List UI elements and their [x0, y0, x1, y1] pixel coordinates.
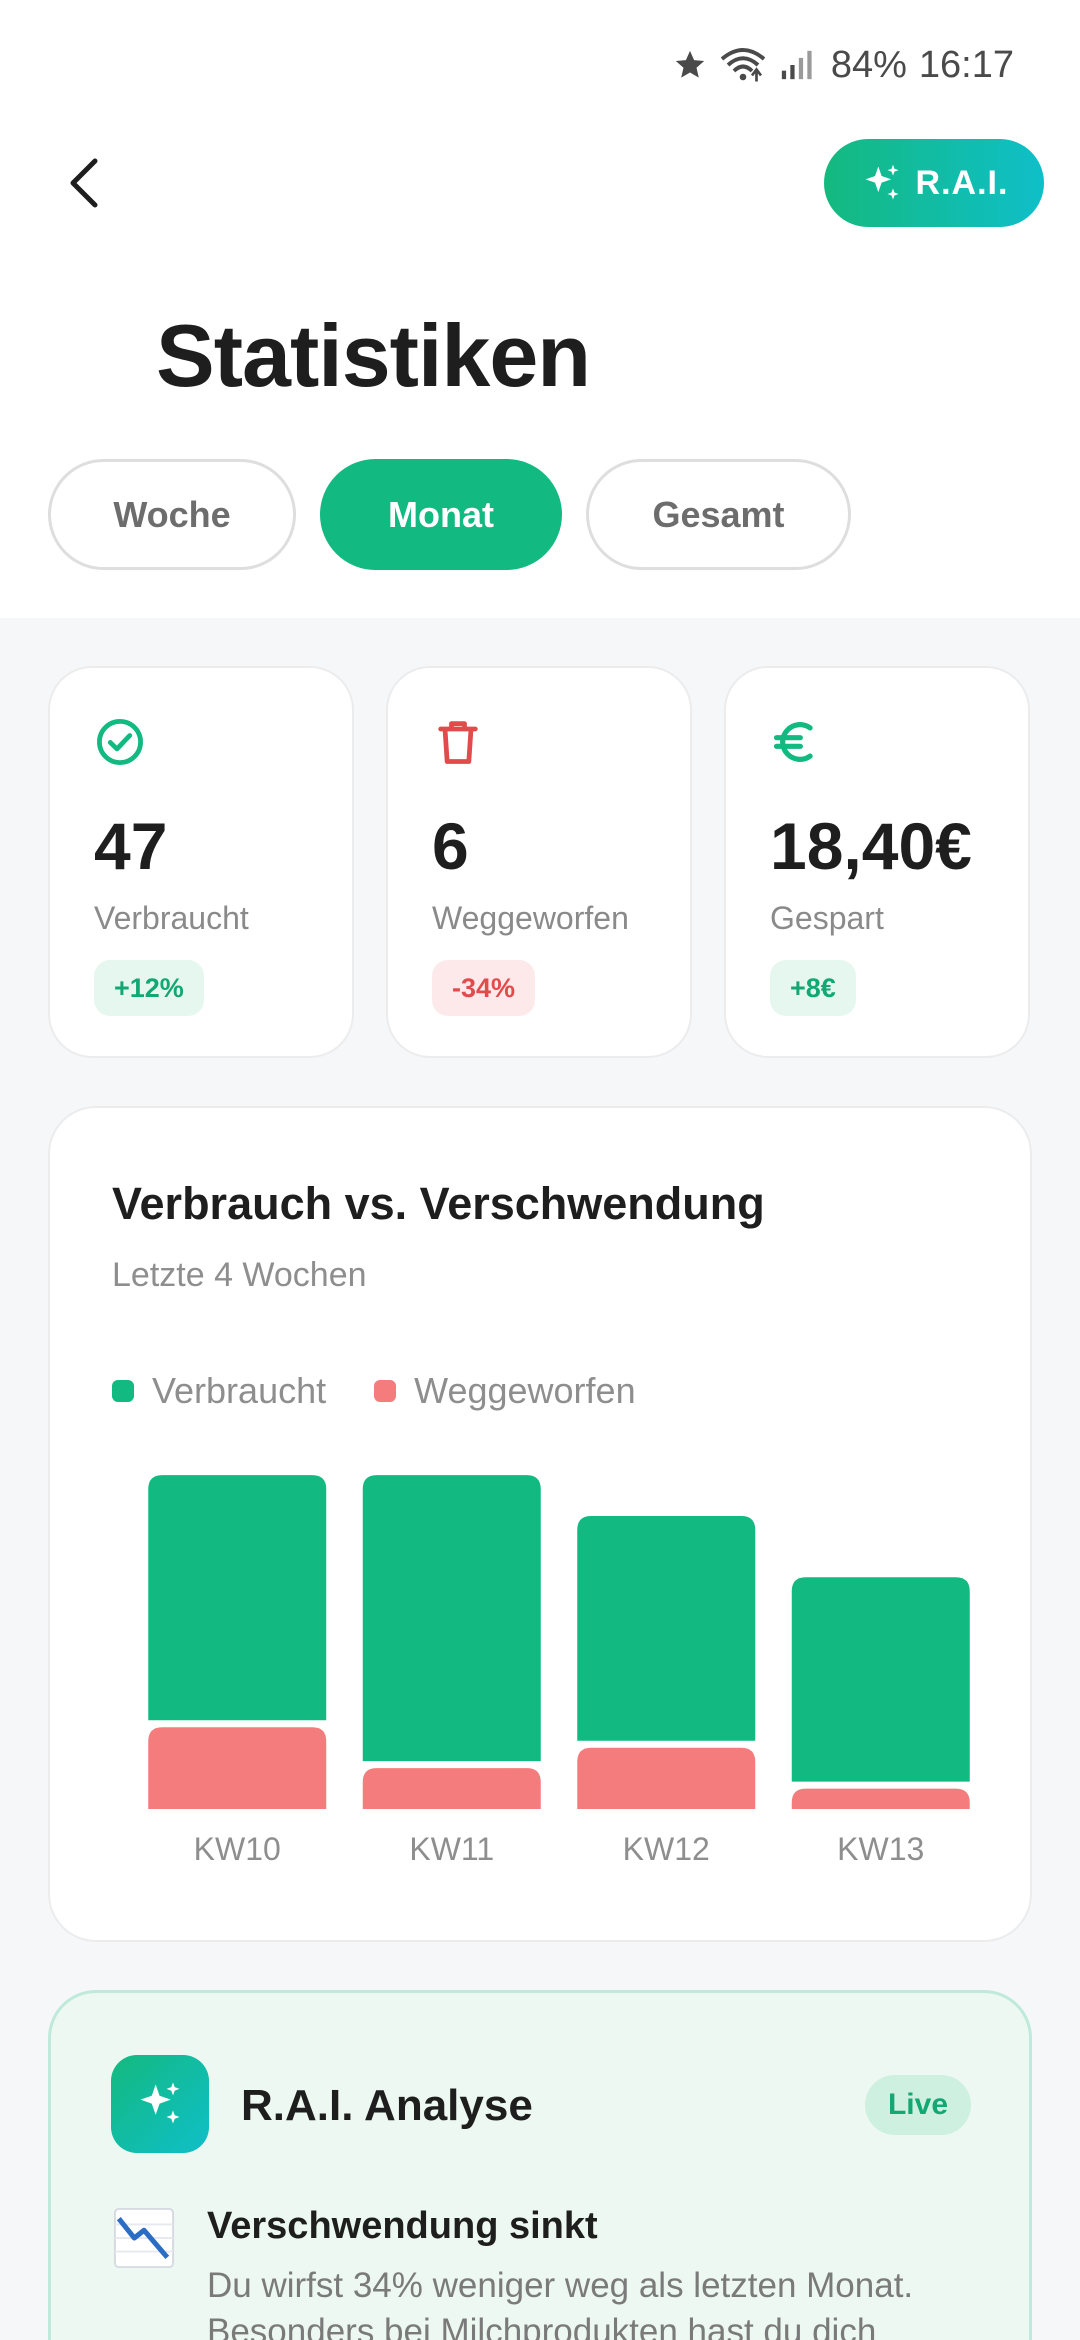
- bar-consumed-kw11: [362, 1475, 541, 1762]
- star-icon: [675, 50, 705, 78]
- bar-consumed-kw12: [577, 1516, 756, 1741]
- tab-week[interactable]: Woche: [48, 459, 296, 570]
- bar-wasted-kw11: [362, 1768, 541, 1809]
- status-bar: 84% 16:17: [673, 40, 1014, 90]
- x-tick-label: KW13: [837, 1831, 924, 1867]
- x-tick-label: KW12: [623, 1831, 710, 1867]
- wifi-icon: [720, 48, 766, 82]
- rai-assistant-button[interactable]: R.A.I.: [824, 139, 1044, 227]
- bar-wasted-kw10: [148, 1727, 327, 1809]
- wasted-value: 6: [432, 809, 469, 883]
- x-tick-label: KW10: [194, 1831, 281, 1867]
- stat-card-wasted[interactable]: 6 Weggeworfen -34%: [386, 666, 692, 1058]
- saved-change-badge: +8€: [770, 960, 856, 1016]
- sparkles-icon: [140, 2082, 180, 2124]
- sparkles-icon: [865, 164, 899, 200]
- check-circle-icon: [97, 719, 143, 765]
- trash-icon: [438, 721, 478, 764]
- bar-chart: KW10 KW11 KW12 KW13: [148, 1475, 970, 1867]
- consumed-label: Verbraucht: [94, 900, 249, 936]
- signal-icon: [781, 50, 812, 80]
- analysis-icon-tile: [111, 2055, 209, 2153]
- insight-title: Verschwendung sinkt: [207, 2205, 598, 2247]
- chevron-left-icon: [70, 158, 98, 208]
- back-button[interactable]: [58, 150, 110, 216]
- live-badge: Live: [865, 2075, 971, 2135]
- euro-icon: [773, 722, 813, 762]
- battery-level: 84%: [830, 43, 907, 86]
- rai-analysis-card[interactable]: R.A.I. Analyse Live Verschwendung sinkt …: [48, 1990, 1032, 2340]
- tab-month[interactable]: Monat: [320, 459, 562, 570]
- stat-card-consumed[interactable]: 47 Verbraucht +12%: [48, 666, 354, 1058]
- rai-button-label: R.A.I.: [915, 163, 1009, 202]
- insight-text: Du wirfst 34% weniger weg als letzten Mo…: [207, 2266, 914, 2340]
- saved-value: 18,40€: [770, 809, 972, 883]
- bar-consumed-kw13: [791, 1577, 970, 1782]
- bar-wasted-kw13: [791, 1788, 970, 1809]
- stat-card-saved[interactable]: 18,40€ Gespart +8€: [724, 666, 1030, 1058]
- chart-card: Verbrauch vs. Verschwendung Letzte 4 Woc…: [48, 1106, 1032, 1942]
- clock: 16:17: [918, 43, 1014, 86]
- tab-total[interactable]: Gesamt: [586, 459, 851, 570]
- consumed-value: 47: [94, 809, 168, 883]
- x-tick-label: KW11: [409, 1831, 494, 1867]
- bar-wasted-kw12: [577, 1747, 756, 1809]
- saved-label: Gespart: [770, 900, 884, 936]
- page-title: Statistiken: [156, 306, 591, 405]
- consumed-change-badge: +12%: [94, 960, 204, 1016]
- chart-decreasing-icon: [113, 2207, 175, 2269]
- period-tabs: Woche Monat Gesamt: [48, 459, 851, 570]
- bar-consumed-kw10: [148, 1475, 327, 1721]
- stat-cards: 47 Verbraucht +12% 6 Weggeworfen -34% 18…: [48, 666, 1030, 1058]
- wasted-change-badge: -34%: [432, 960, 536, 1016]
- analysis-title: R.A.I. Analyse: [241, 2081, 533, 2130]
- wasted-label: Weggeworfen: [432, 900, 629, 936]
